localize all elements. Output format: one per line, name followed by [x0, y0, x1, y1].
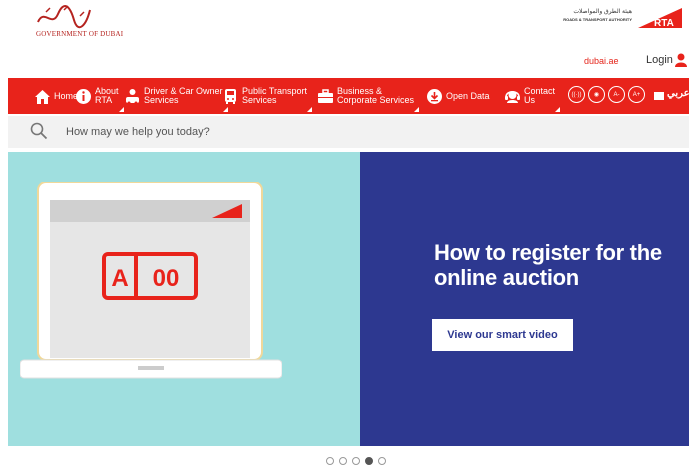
nav-label-about: About RTA [95, 86, 119, 105]
submenu-indicator-icon [555, 107, 561, 112]
top-header: GOVERNMENT OF DUBAI هيئة الطرق والمواصلا… [0, 0, 689, 76]
rta-english-name: ROADS & TRANSPORT AUTHORITY [563, 17, 632, 22]
mail-icon[interactable] [654, 92, 664, 100]
search-input[interactable] [66, 123, 466, 141]
screen-reader-icon[interactable]: ((·)) [568, 86, 585, 103]
carousel-dot[interactable] [326, 457, 334, 465]
dubai-calligraphy-icon [37, 5, 91, 29]
nav-label-contact: Contact Us [524, 86, 556, 105]
rta-arabic-name: هيئة الطرق والمواصلات [573, 9, 632, 15]
nav-label-public-transport: Public Transport Services [242, 86, 308, 105]
nav-item-business-services[interactable]: Business & Corporate Services [317, 78, 420, 114]
nav-item-open-data[interactable]: Open Data [426, 78, 490, 114]
nav-item-contact[interactable]: Contact Us [504, 78, 561, 114]
contrast-icon[interactable]: ◉ [588, 86, 605, 103]
bus-icon [225, 88, 236, 104]
dubai-gov-link[interactable]: dubai.ae [584, 56, 619, 66]
briefcase-icon [318, 88, 333, 103]
rta-logo[interactable]: هيئة الطرق والمواصلات ROADS & TRANSPORT … [552, 6, 682, 32]
government-logo-text: GOVERNMENT OF DUBAI [36, 30, 124, 38]
carousel-dot[interactable] [339, 457, 347, 465]
carousel-dot[interactable] [352, 457, 360, 465]
headset-icon [505, 90, 520, 103]
hero-text-panel [360, 152, 689, 446]
font-increase-icon[interactable]: A+ [628, 86, 645, 103]
about-icon [76, 88, 91, 104]
nav-item-home[interactable]: Home [34, 78, 78, 114]
rta-mark-text: RTA [654, 18, 674, 29]
search-icon[interactable] [30, 122, 48, 140]
nav-item-about[interactable]: About RTA [75, 78, 124, 114]
font-decrease-icon[interactable]: A- [608, 86, 625, 103]
submenu-indicator-icon [307, 107, 313, 112]
nav-item-driver-services[interactable]: Driver & Car Owner Services [124, 78, 228, 114]
plate-number-text: 00 [153, 265, 180, 292]
arabic-language-link[interactable]: عربي [667, 88, 689, 99]
nav-label-open-data: Open Data [446, 90, 490, 101]
plate-letter-text: A [111, 265, 128, 292]
view-smart-video-button[interactable]: View our smart video [432, 319, 573, 351]
user-icon[interactable] [675, 53, 687, 67]
nav-label-business-services: Business & Corporate Services [337, 86, 415, 105]
rta-mark-icon: RTA [638, 8, 682, 29]
carousel-dot-active[interactable] [365, 457, 373, 465]
government-of-dubai-logo[interactable]: GOVERNMENT OF DUBAI [18, 4, 128, 40]
home-icon [35, 89, 50, 104]
submenu-indicator-icon [118, 107, 124, 112]
download-icon [427, 88, 442, 104]
driver-icon [126, 88, 139, 104]
submenu-indicator-icon [414, 107, 420, 112]
nav-item-public-transport[interactable]: Public Transport Services [222, 78, 313, 114]
hero-title: How to register for the online auction [434, 240, 662, 290]
laptop-plate-illustration: A 00 [20, 182, 282, 379]
carousel-dot[interactable] [378, 457, 386, 465]
login-link[interactable]: Login [646, 54, 673, 66]
nav-label-driver-services: Driver & Car Owner Services [144, 86, 223, 105]
carousel-pagination [326, 457, 386, 465]
